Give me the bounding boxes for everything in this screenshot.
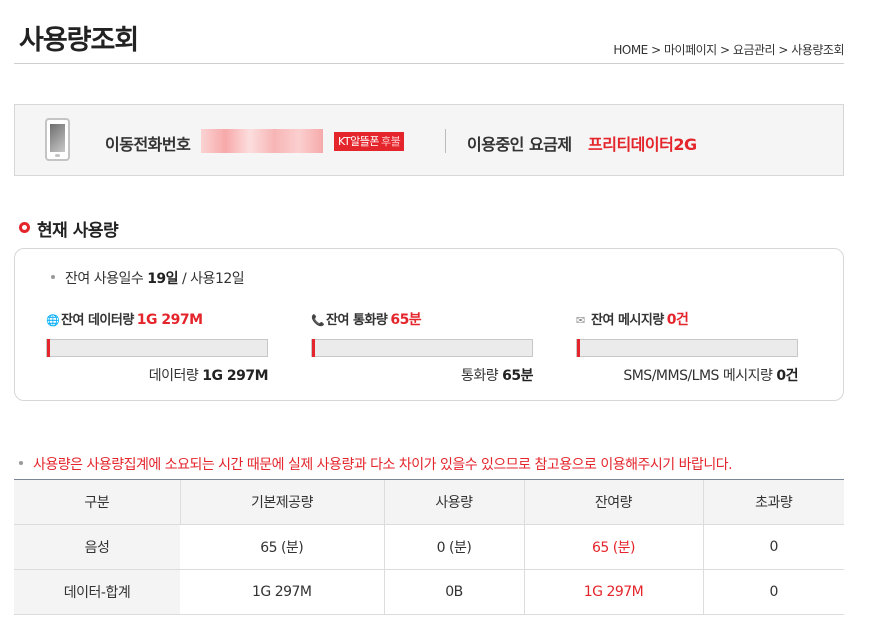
phone-icon: 📞 xyxy=(311,314,325,327)
voice-progress-fill xyxy=(312,339,315,357)
usage-detail-table: 구분 기본제공량 사용량 잔여량 초과량 음성 65 (분) 0 (분) 65 … xyxy=(14,479,844,615)
data-meter-label: 잔여 데이터량 xyxy=(61,313,134,328)
breadcrumb-mypage[interactable]: 마이페이지 xyxy=(664,43,717,57)
globe-icon: 🌐 xyxy=(46,314,60,327)
voice-footer-label: 통화량 xyxy=(461,368,503,384)
header-excess: 초과량 xyxy=(702,479,844,525)
subscription-info-box: 이동전화번호 KT알뜰폰 후불 이용중인 요금제 프리티데이터2G xyxy=(14,104,844,176)
table-header-row: 구분 기본제공량 사용량 잔여량 초과량 xyxy=(14,479,844,525)
row-excess: 0 xyxy=(702,569,844,615)
voice-footer-value: 65분 xyxy=(502,368,533,384)
row-remaining: 65 (분) xyxy=(523,524,703,570)
current-usage-title: 현재 사용량 xyxy=(37,221,119,241)
voice-meter-footer: 통화량 65분 xyxy=(311,365,533,385)
bullet-dot-icon xyxy=(19,461,23,465)
carrier-badge-type: 후불 xyxy=(380,135,401,148)
message-progress-fill xyxy=(577,339,580,357)
table-row: 음성 65 (분) 0 (분) 65 (분) 0 xyxy=(14,524,844,570)
message-meter-label: 잔여 메시지량 xyxy=(591,313,664,328)
breadcrumb-billing[interactable]: 요금관리 xyxy=(733,43,776,57)
voice-meter-value: 65분 xyxy=(390,312,422,328)
bullet-dot-icon xyxy=(51,275,55,279)
circle-bullet-icon xyxy=(19,222,30,233)
row-base: 65 (분) xyxy=(180,524,384,570)
mobile-phone-icon xyxy=(45,118,70,161)
message-meter: ✉ 잔여 메시지량 0건 SMS/MMS/LMS 메시지량 0건 xyxy=(576,309,798,385)
header-category: 구분 xyxy=(14,479,180,525)
masked-phone-number xyxy=(201,129,323,153)
days-separator: / 사용 xyxy=(178,271,215,287)
message-progress-bar xyxy=(576,339,798,357)
table-row: 데이터-합계 1G 297M 0B 1G 297M 0 xyxy=(14,569,844,615)
breadcrumb-usage[interactable]: 사용량조회 xyxy=(791,43,844,57)
row-used: 0 (분) xyxy=(383,524,524,570)
message-footer-label: SMS/MMS/LMS 메시지량 xyxy=(623,368,777,384)
data-progress-fill xyxy=(47,339,50,357)
header-base: 기본제공량 xyxy=(179,479,384,525)
row-category: 음성 xyxy=(14,524,180,570)
message-meter-header: ✉ 잔여 메시지량 0건 xyxy=(576,309,798,328)
info-divider xyxy=(445,129,446,153)
row-remaining: 1G 297M xyxy=(523,569,703,615)
breadcrumb: HOME > 마이페이지 > 요금관리 > 사용량조회 xyxy=(613,41,844,58)
row-used: 0B xyxy=(383,569,524,615)
usage-notice-text: 사용량은 사용량집계에 소요되는 시간 때문에 실제 사용량과 다소 차이가 있… xyxy=(33,457,733,473)
days-prefix: 잔여 사용일수 xyxy=(65,271,148,287)
days-used-value: 12일 xyxy=(214,271,245,287)
row-base: 1G 297M xyxy=(180,569,384,615)
data-meter-header: 🌐 잔여 데이터량 1G 297M xyxy=(46,309,268,328)
carrier-badge: KT알뜰폰 후불 xyxy=(334,132,405,151)
voice-meter-header: 📞 잔여 통화량 65분 xyxy=(311,309,533,328)
plan-name: 프리티데이터2G xyxy=(588,135,697,154)
data-footer-label: 데이터량 xyxy=(148,368,203,384)
breadcrumb-separator: > xyxy=(778,43,788,57)
voice-progress-bar xyxy=(311,339,533,357)
message-meter-value: 0건 xyxy=(666,312,689,328)
plan-label: 이용중인 요금제 xyxy=(467,135,572,154)
title-divider xyxy=(14,63,844,64)
phone-number-label: 이동전화번호 xyxy=(105,135,191,154)
message-meter-footer: SMS/MMS/LMS 메시지량 0건 xyxy=(576,365,798,385)
data-footer-value: 1G 297M xyxy=(202,368,268,384)
data-meter: 🌐 잔여 데이터량 1G 297M 데이터량 1G 297M xyxy=(46,309,268,385)
breadcrumb-separator: > xyxy=(651,43,661,57)
days-remaining-line: 잔여 사용일수 19일 / 사용12일 xyxy=(51,268,245,288)
row-excess: 0 xyxy=(702,524,844,570)
breadcrumb-home[interactable]: HOME xyxy=(613,43,648,57)
days-remaining-value: 19일 xyxy=(147,271,179,287)
data-meter-footer: 데이터량 1G 297M xyxy=(46,365,269,385)
header-used: 사용량 xyxy=(383,479,524,525)
data-meter-value: 1G 297M xyxy=(136,312,203,328)
carrier-badge-name: KT알뜰폰 xyxy=(338,135,379,148)
usage-notice: 사용량은 사용량집계에 소요되는 시간 때문에 실제 사용량과 다소 차이가 있… xyxy=(19,454,733,474)
voice-meter: 📞 잔여 통화량 65분 통화량 65분 xyxy=(311,309,533,385)
voice-meter-label: 잔여 통화량 xyxy=(326,313,388,328)
breadcrumb-separator: > xyxy=(720,43,730,57)
data-progress-bar xyxy=(46,339,268,357)
header-remaining: 잔여량 xyxy=(523,479,703,525)
page-title: 사용량조회 xyxy=(19,25,139,56)
envelope-icon: ✉ xyxy=(576,314,585,327)
message-footer-value: 0건 xyxy=(776,368,798,384)
row-category: 데이터-합계 xyxy=(14,569,180,615)
usage-summary-box: 잔여 사용일수 19일 / 사용12일 🌐 잔여 데이터량 1G 297M 데이터량… xyxy=(14,248,844,401)
